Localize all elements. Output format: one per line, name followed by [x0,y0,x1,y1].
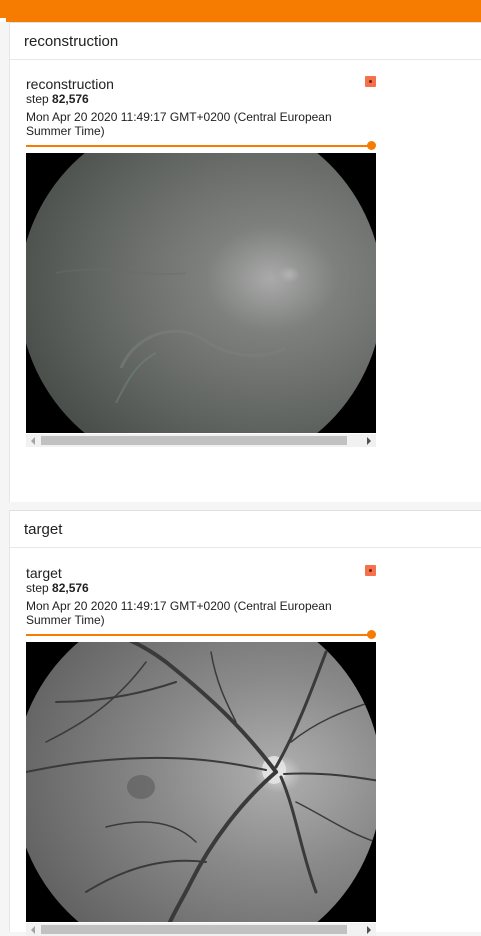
slider-thumb[interactable] [367,141,376,150]
scroll-right-icon[interactable] [367,437,371,445]
expand-icon[interactable] [365,76,376,87]
expand-icon[interactable] [365,565,376,576]
step-value: 82,576 [52,581,89,595]
reconstruction-image [26,153,376,433]
slider-track [26,634,372,636]
slider-track [26,145,372,147]
scroll-left-icon[interactable] [31,437,35,445]
step-label: step [26,92,53,106]
target-image [26,642,376,922]
slider-thumb[interactable] [367,630,376,639]
pane-step: step 82,576 [26,581,376,595]
card-header-target[interactable]: target [10,511,481,548]
card-header-reconstruction[interactable]: reconstruction [10,23,481,60]
step-slider[interactable] [26,630,376,640]
image-horizontal-scrollbar[interactable] [26,434,376,447]
card-header-title: target [24,520,63,538]
image-pane-target: target step 82,576 Mon Apr 20 2020 11:49… [26,565,376,936]
scrollbar-thumb[interactable] [41,436,347,445]
pane-title: target [26,565,62,581]
scroll-left-icon[interactable] [31,926,35,934]
scroll-right-icon[interactable] [367,926,371,934]
top-toolbar [0,0,481,22]
step-slider[interactable] [26,141,376,151]
pane-title: reconstruction [26,76,114,92]
card-target: target target step 82,576 Mon Apr 20 202… [9,510,481,936]
scrollbar-thumb[interactable] [41,925,347,934]
step-value: 82,576 [52,92,89,106]
card-header-title: reconstruction [24,32,119,50]
fundus-reconstruction-image [26,153,376,433]
card-reconstruction: reconstruction reconstruction step 82,57… [9,22,481,502]
pane-step: step 82,576 [26,92,376,106]
image-horizontal-scrollbar[interactable] [26,923,376,936]
pane-timestamp: Mon Apr 20 2020 11:49:17 GMT+0200 (Centr… [26,110,332,138]
left-rail [0,22,9,932]
fundus-target-image [26,642,376,922]
image-pane-reconstruction: reconstruction step 82,576 Mon Apr 20 20… [26,76,376,456]
pane-timestamp: Mon Apr 20 2020 11:49:17 GMT+0200 (Centr… [26,599,332,627]
step-label: step [26,581,53,595]
